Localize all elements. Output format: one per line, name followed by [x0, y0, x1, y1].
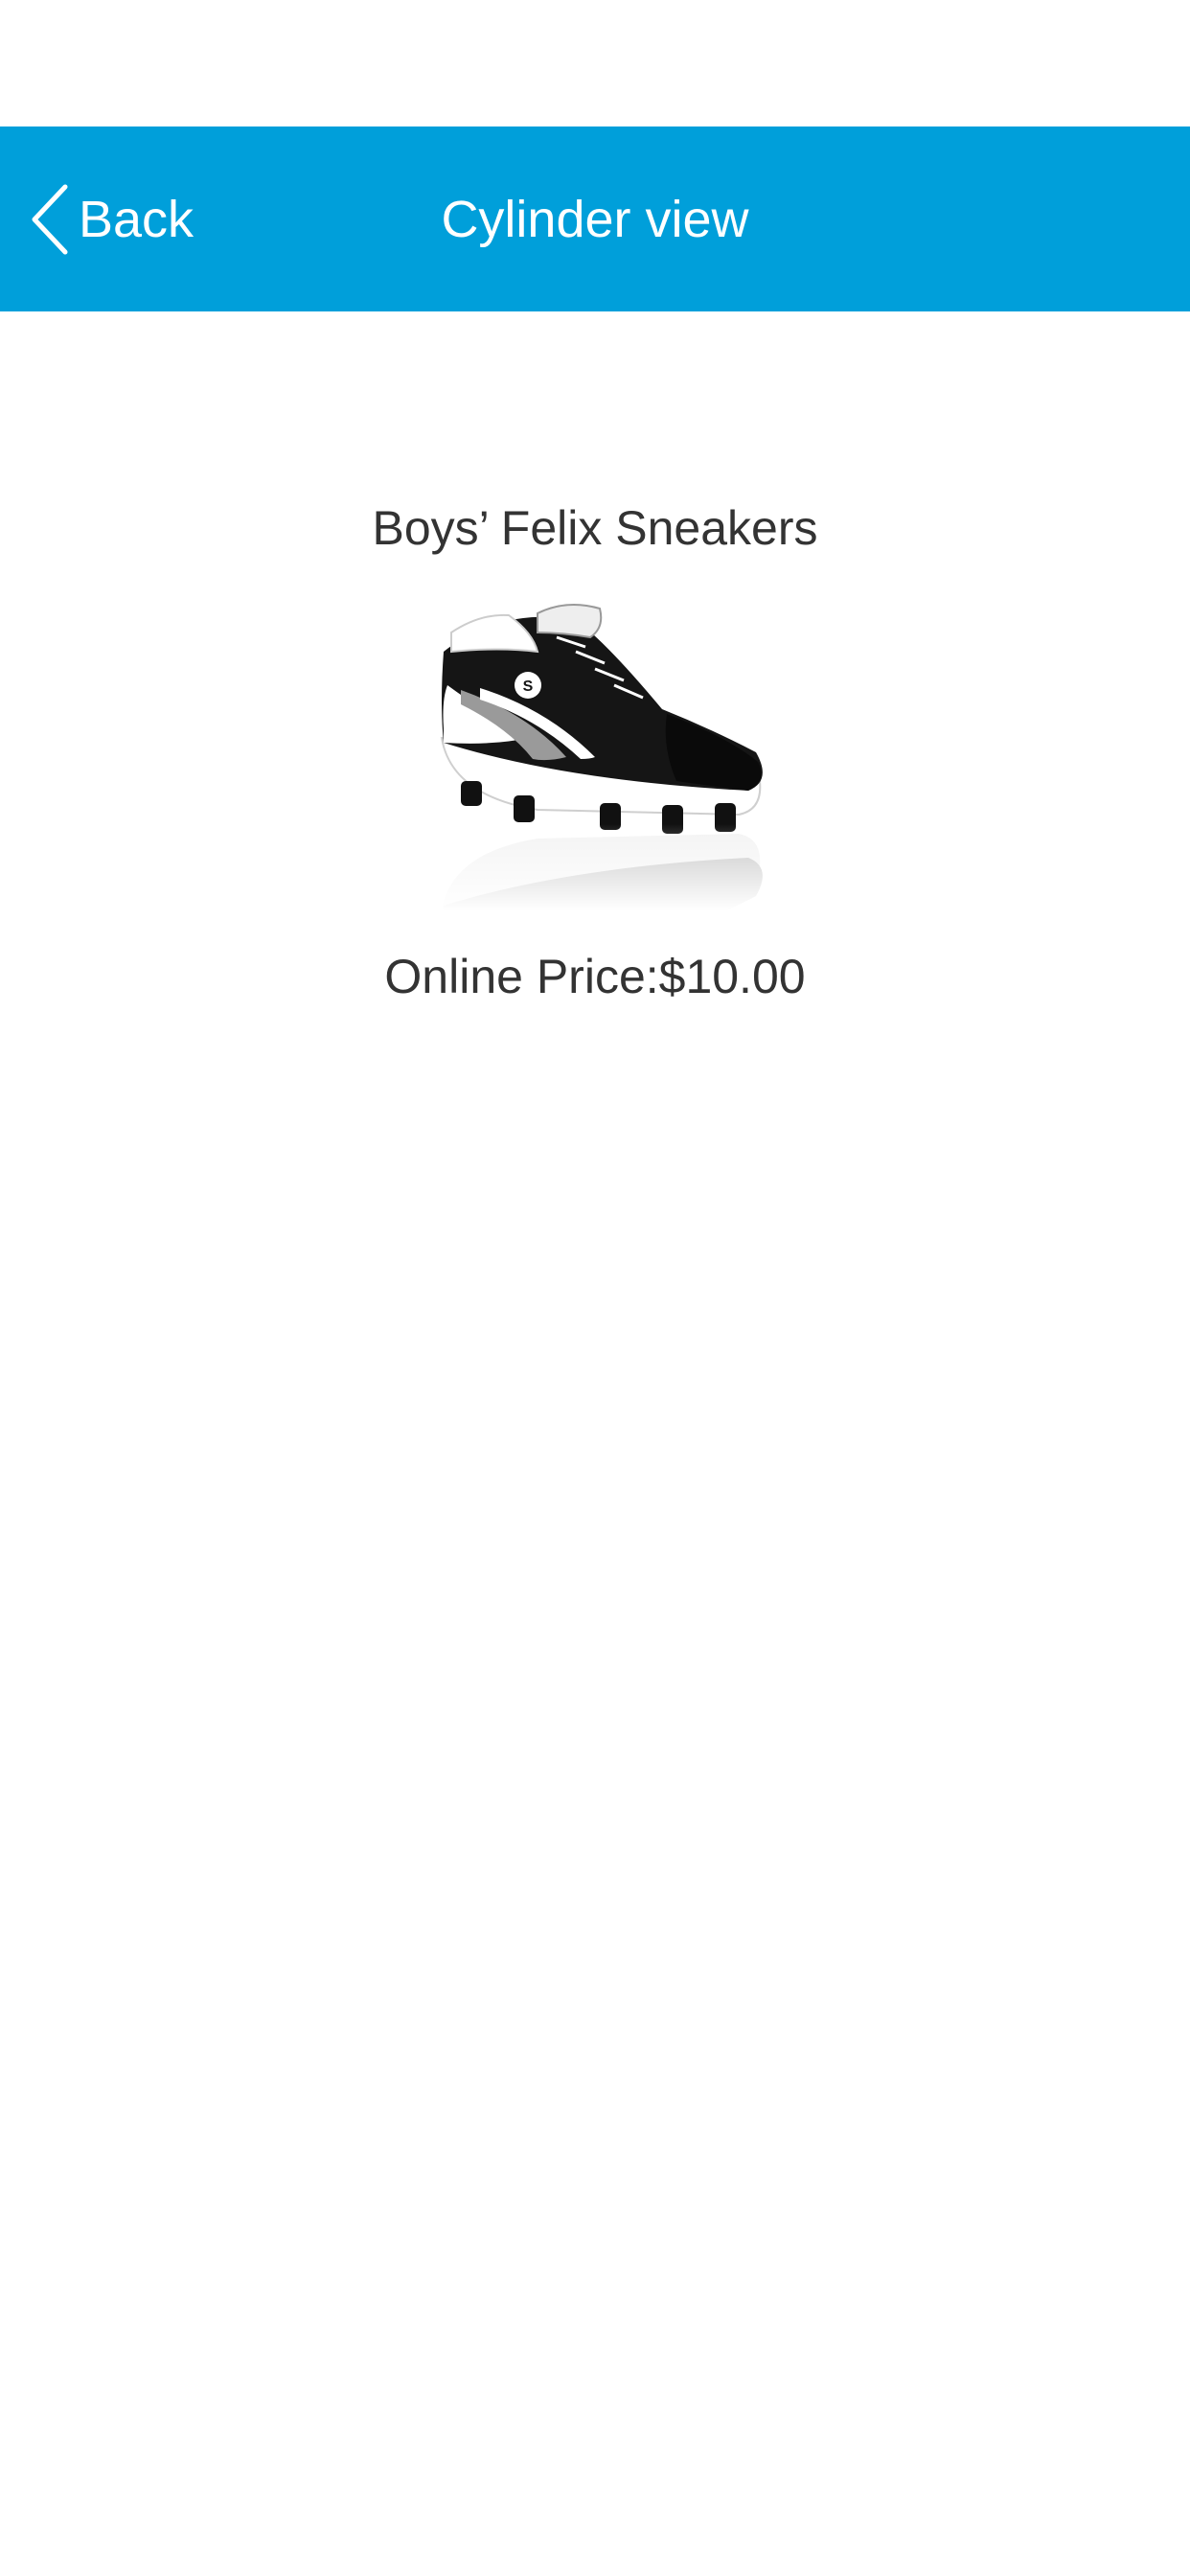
- sneaker-image[interactable]: S: [423, 594, 767, 910]
- product-price: Online Price:$10.00: [384, 950, 806, 1003]
- svg-text:S: S: [523, 678, 534, 695]
- back-button[interactable]: Back: [29, 126, 194, 311]
- screen: Cylinder view Back Boys’ Felix Sneakers: [0, 0, 1190, 2576]
- product-card[interactable]: Boys’ Felix Sneakers S Online Price:$10.…: [0, 479, 1190, 1000]
- chevron-left-icon: [32, 184, 68, 254]
- back-label: Back: [79, 190, 195, 248]
- status-bar: [0, 0, 1190, 126]
- navigation-bar: Cylinder view Back: [0, 126, 1190, 311]
- product-name: Boys’ Felix Sneakers: [372, 501, 818, 555]
